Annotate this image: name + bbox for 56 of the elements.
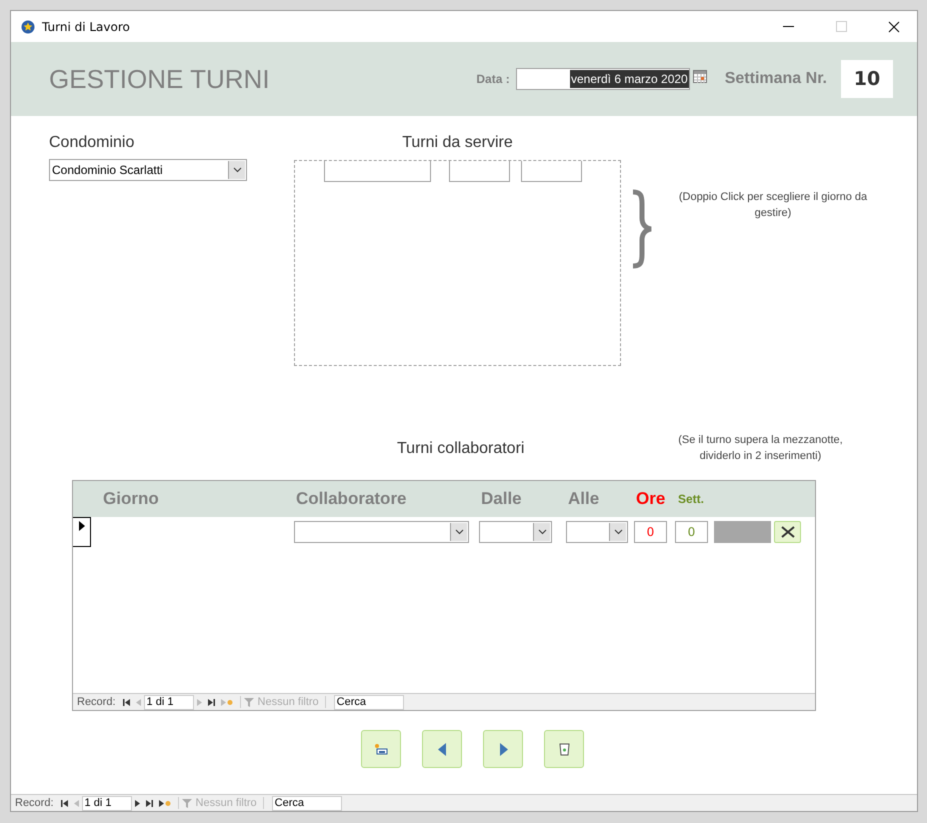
new-record-icon [374, 743, 388, 755]
record-label: Record: [14, 797, 55, 809]
delete-button[interactable] [544, 730, 584, 768]
current-record-icon [78, 521, 84, 531]
first-record-icon[interactable] [60, 800, 68, 806]
last-record-icon[interactable] [208, 698, 215, 706]
collaboratore-dropdown[interactable] [294, 521, 469, 543]
double-click-hint: (Doppio Click per scegliere il giorno da gestire) [678, 190, 868, 221]
date-field[interactable]: venerdì 6 marzo 2020 [516, 68, 690, 90]
next-icon [498, 742, 508, 756]
app-icon [21, 20, 35, 34]
list-field [521, 161, 582, 182]
record-selector[interactable] [73, 517, 91, 547]
week-number: 10 [841, 60, 893, 98]
date-label: Data : [476, 72, 510, 86]
search-field[interactable]: Cerca [334, 694, 404, 710]
page-title: GESTIONE TURNI [49, 64, 271, 94]
condominio-dropdown[interactable]: Condominio Scarlatti [49, 159, 247, 181]
previous-icon [438, 742, 446, 756]
prev-button[interactable] [422, 730, 462, 768]
trash-icon [558, 742, 570, 756]
close-icon [780, 526, 794, 538]
minimize-icon [782, 26, 794, 27]
ore-field[interactable]: 0 [634, 521, 667, 543]
column-header: Collaboratore [296, 489, 408, 509]
record-position-field[interactable]: 1 di 1 [82, 796, 132, 810]
sett-field[interactable]: 0 [675, 521, 708, 543]
disabled-field [714, 521, 771, 543]
alle-dropdown[interactable] [566, 521, 628, 543]
section-title: Turni collaboratori [397, 440, 524, 459]
calendar-icon[interactable] [692, 70, 707, 82]
filter-icon [242, 696, 255, 708]
maximize-icon [836, 21, 846, 32]
section-title: Turni da servire [402, 134, 513, 152]
search-field[interactable]: Cerca [272, 796, 342, 810]
record-position-field[interactable]: 1 di 1 [144, 694, 194, 710]
column-header: Dalle [481, 489, 523, 509]
column-header: Alle [568, 489, 600, 509]
week-label: Settimana Nr. [724, 70, 827, 88]
new-record-icon[interactable] [158, 800, 171, 806]
midnight-hint: (Se il turno supera la mezzanotte, dividerlo in 2 inserimenti) [677, 433, 844, 464]
close-icon [888, 20, 900, 32]
condominio-label: Condominio [49, 134, 136, 152]
next-record-icon[interactable] [134, 800, 140, 806]
last-record-icon[interactable] [146, 800, 153, 806]
column-header: Giorno [103, 489, 160, 509]
dalle-dropdown[interactable] [479, 521, 552, 543]
first-record-icon[interactable] [122, 698, 130, 706]
new-button[interactable] [361, 730, 401, 768]
record-label: Record: [76, 696, 117, 708]
column-header: Sett. [678, 492, 706, 506]
window-title: Turni di Lavoro [42, 20, 131, 34]
next-button[interactable] [483, 730, 523, 768]
delete-row-button[interactable] [774, 521, 801, 543]
column-header: Ore [636, 489, 666, 509]
filter-icon [180, 798, 193, 808]
